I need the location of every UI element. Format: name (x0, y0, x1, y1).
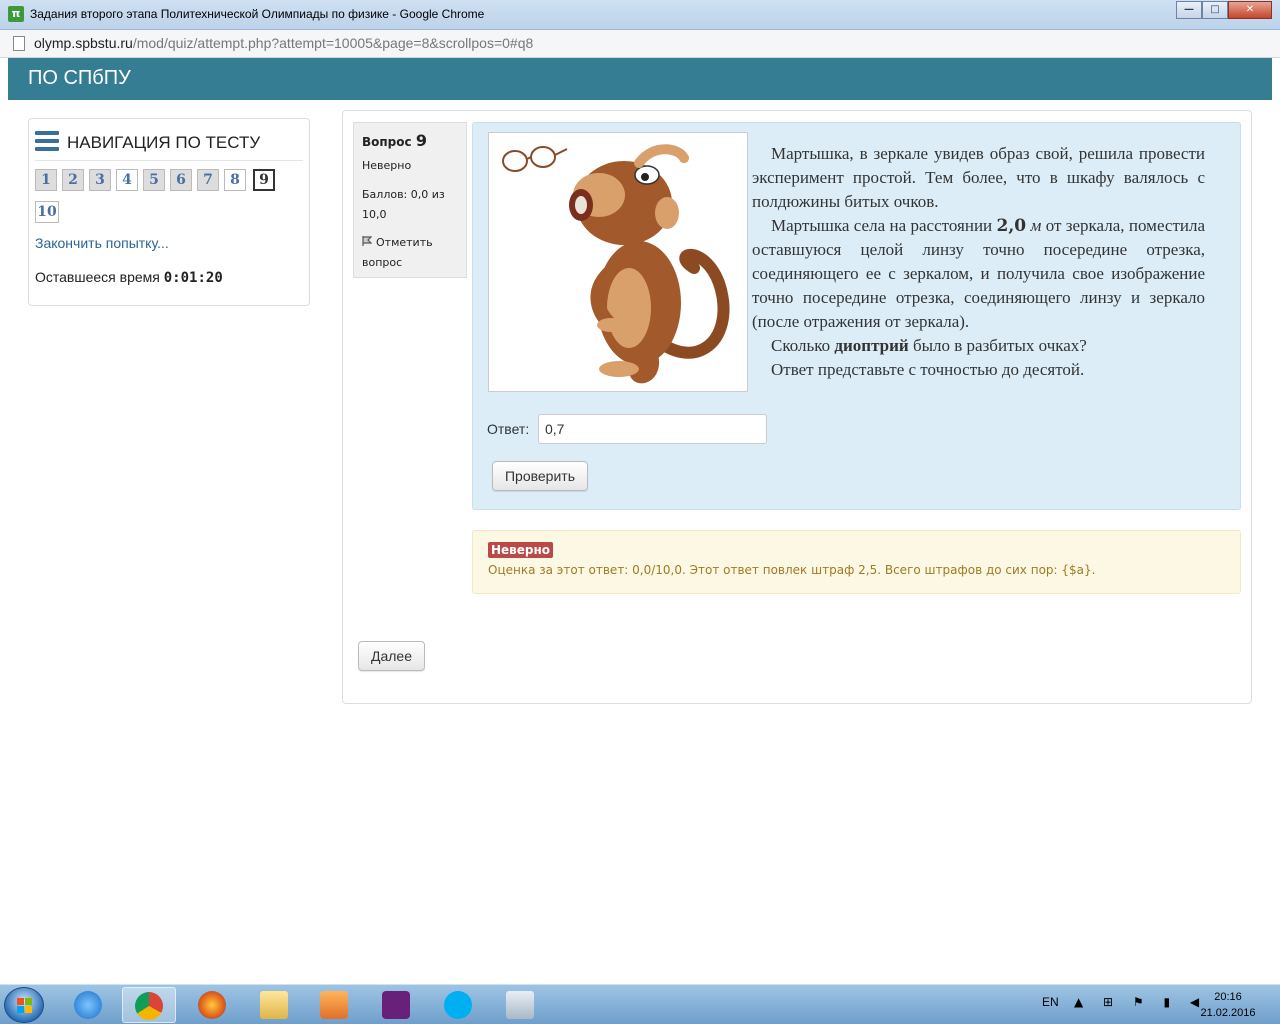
answer-input[interactable]: 0,7 (538, 414, 767, 444)
nav-question-button[interactable]: 7 (197, 169, 219, 191)
question-paragraph-1: Мартышка, в зеркале увидев образ свой, р… (752, 144, 1205, 211)
window-title-bar: π Задания второго этапа Политехнической … (0, 0, 1280, 30)
maximize-button[interactable]: □ (1202, 1, 1228, 19)
ie-icon (74, 991, 102, 1019)
nav-question-button[interactable]: 6 (170, 169, 192, 191)
question-state: Неверно (362, 159, 412, 172)
incorrect-badge: Неверно (488, 542, 554, 558)
outcome-box: Неверно Оценка за этот ответ: 0,0/10,0. … (472, 530, 1241, 594)
nav-question-button[interactable]: 10 (35, 201, 59, 223)
question-number-value: 9 (415, 131, 427, 150)
question-text-span: Сколько (771, 336, 831, 355)
question-paragraph-3: Сколько диоптрий было в разбитых очках? (752, 334, 1205, 358)
taskbar-firefox[interactable] (186, 987, 240, 1023)
clock-date: 21.02.2016 (1200, 1007, 1256, 1019)
flag-label: Отметить вопрос (362, 236, 433, 269)
taskbar-ie[interactable] (62, 987, 116, 1023)
question-text-span: было в разбитых очках? (912, 336, 1087, 355)
media-player-icon (320, 991, 348, 1019)
minimize-button[interactable]: — (1176, 1, 1202, 19)
nav-header: НАВИГАЦИЯ ПО ТЕСТУ (35, 129, 303, 161)
next-button[interactable]: Далее (358, 641, 425, 671)
answer-label: Ответ: (487, 421, 530, 437)
flag-icon (362, 236, 372, 246)
nav-question-button[interactable]: 3 (89, 169, 111, 191)
url-field[interactable]: olymp.spbstu.ru/mod/quiz/attempt.php?att… (34, 35, 533, 51)
page-icon (13, 36, 25, 51)
taskbar-media-player[interactable] (308, 987, 362, 1023)
close-button[interactable]: ✕ (1228, 1, 1272, 19)
taskbar-chrome[interactable] (122, 987, 176, 1023)
nav-question-button-current[interactable]: 9 (253, 169, 275, 191)
window-controls: — □ ✕ (1176, 1, 1272, 19)
question-paragraph-4: Ответ представьте с точностью до десятой… (771, 360, 1085, 379)
monkey-image (488, 132, 748, 392)
taskbar-calculator[interactable] (494, 987, 548, 1023)
language-indicator[interactable]: EN (1042, 995, 1059, 1009)
time-left-label: Оставшееся время (35, 269, 160, 285)
site-header: ПО СПбПУ (8, 58, 1272, 100)
quiz-navigation-block: НАВИГАЦИЯ ПО ТЕСТУ 1 2 3 4 5 6 7 8 9 10 … (28, 118, 310, 306)
question-bold-word: диоптрий (834, 336, 909, 355)
time-left: Оставшееся время 0:01:20 (35, 269, 223, 286)
visual-studio-icon (382, 991, 410, 1019)
chrome-icon (135, 992, 163, 1020)
time-left-value: 0:01:20 (163, 270, 223, 286)
question-number: Вопрос 9 (362, 131, 427, 150)
taskbar-skype[interactable] (432, 987, 486, 1023)
window-title: Задания второго этапа Политехнической Ол… (30, 7, 485, 21)
finish-attempt-link[interactable]: Закончить попытку... (35, 235, 169, 251)
question-paragraph-2: Мартышка села на расстоянии 2,0 м от зер… (752, 214, 1205, 334)
folder-icon (260, 991, 288, 1019)
question-info: Вопрос 9 Неверно Баллов: 0,0 из 10,0 Отм… (353, 122, 467, 278)
app-icon: π (8, 6, 24, 22)
nav-title: НАВИГАЦИЯ ПО ТЕСТУ (67, 133, 261, 152)
nav-question-button[interactable]: 2 (62, 169, 84, 191)
site-name-link[interactable]: ПО СПбПУ (28, 67, 131, 90)
taskbar: EN ▲ ⊞ ⚑ ▮ ◀ 20:16 21.02.2016 (0, 984, 1280, 1024)
calculator-icon (506, 991, 534, 1019)
clock[interactable]: 20:16 21.02.2016 (1196, 989, 1260, 1021)
question-text: Мартышка, в зеркале увидев образ свой, р… (752, 142, 1205, 382)
check-button[interactable]: Проверить (492, 461, 588, 491)
distance-unit: м (1030, 216, 1042, 235)
nav-question-button[interactable]: 4 (116, 169, 138, 191)
menu-icon[interactable] (35, 131, 59, 151)
skype-icon (444, 991, 472, 1019)
question-text-span: Мартышка села на расстоянии (771, 216, 993, 235)
question-label: Вопрос (362, 135, 412, 149)
taskbar-explorer[interactable] (248, 987, 302, 1023)
start-button[interactable] (4, 987, 44, 1023)
nav-question-button[interactable]: 8 (224, 169, 246, 191)
question-grade: Баллов: 0,0 из 10,0 (362, 188, 445, 221)
grade-feedback: Оценка за этот ответ: 0,0/10,0. Этот отв… (488, 563, 1096, 577)
flag-question[interactable]: Отметить вопрос (362, 233, 462, 273)
nav-question-button[interactable]: 5 (143, 169, 165, 191)
distance-value: 2,0 (996, 216, 1027, 236)
nav-question-button[interactable]: 1 (35, 169, 57, 191)
clock-time: 20:16 (1214, 991, 1242, 1003)
taskbar-visual-studio[interactable] (370, 987, 424, 1023)
url-host: olymp.spbstu.ru (34, 35, 133, 51)
address-bar[interactable]: olymp.spbstu.ru/mod/quiz/attempt.php?att… (0, 30, 1280, 58)
firefox-icon (198, 991, 226, 1019)
system-tray-icons[interactable]: ▲ ⊞ ⚑ ▮ ◀ (1074, 995, 1207, 1009)
windows-logo-icon (17, 998, 33, 1014)
url-path: /mod/quiz/attempt.php?attempt=10005&page… (132, 35, 534, 51)
